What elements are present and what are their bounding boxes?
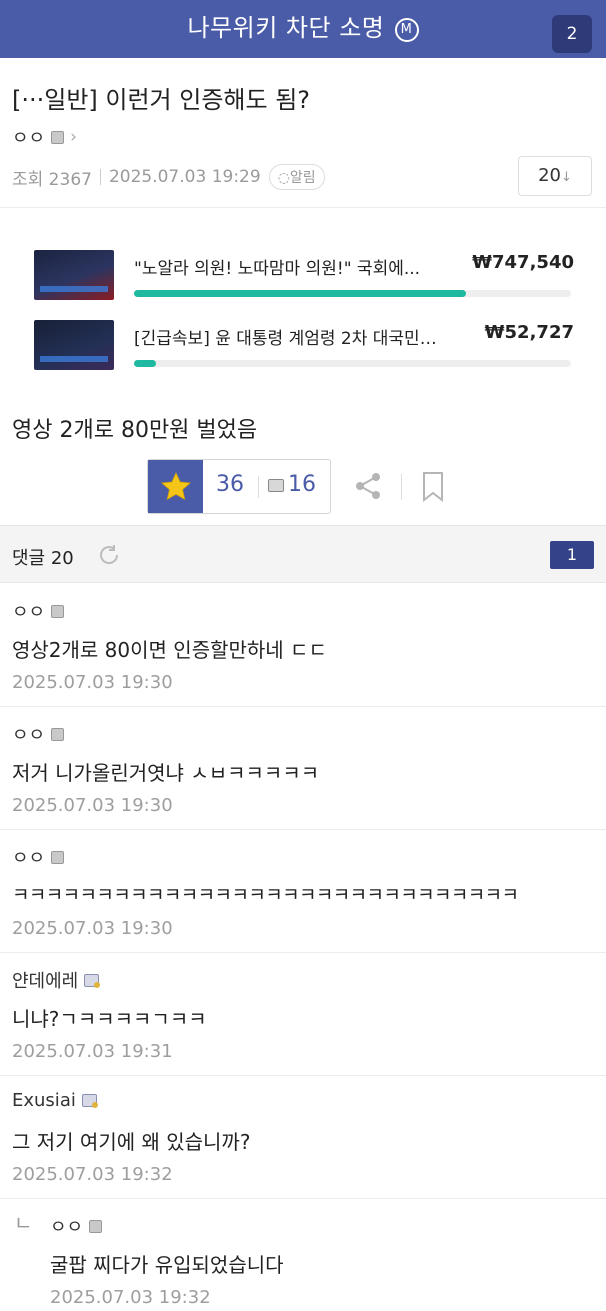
arrow-down-icon: ↓	[561, 170, 572, 185]
comment-count-value: 20	[538, 165, 561, 186]
comment-time: 2025.07.03 19:30	[12, 795, 173, 816]
alarm-button[interactable]: ◌알림	[268, 164, 325, 190]
video-earnings: ₩747,540	[472, 252, 574, 273]
post-title: [···일반] 이런거 인증해도 됨?	[12, 86, 311, 114]
comment-author[interactable]: ㅇㅇ	[12, 598, 65, 624]
fixed-nick-icon	[81, 1094, 98, 1108]
vote-divider	[258, 476, 259, 498]
author-name: ㅇㅇ	[12, 128, 46, 149]
bookmark-icon[interactable]	[421, 471, 445, 503]
alarm-label: 알림	[289, 170, 316, 186]
guest-nick-icon	[51, 604, 65, 618]
gallery-title[interactable]: 나무위키 차단 소명 M	[0, 8, 606, 43]
comment-text: 니냐?ㄱㅋㅋㅋㅋㄱㅋㅋ	[12, 1007, 207, 1031]
comment-time: 2025.07.03 19:31	[12, 1041, 173, 1062]
comment-item: ㅇㅇ ㅋㅋㅋㅋㅋㅋㅋㅋㅋㅋㅋㅋㅋㅋㅋㅋㅋㅋㅋㅋㅋㅋㅋㅋㅋㅋㅋㅋㅋㅋ 2025.0…	[0, 830, 606, 953]
guest-nick-icon	[51, 727, 65, 741]
gallery-title-text: 나무위키 차단 소명	[187, 14, 385, 42]
comment-page-button[interactable]: 1	[550, 541, 594, 569]
comment-time: 2025.07.03 19:30	[12, 672, 173, 693]
reply-arrow-icon: ㄴ	[14, 1211, 33, 1235]
comment-count-button[interactable]: 20↓	[518, 156, 592, 196]
top-bar: 나무위키 차단 소명 M 2	[0, 0, 606, 58]
comment-item: ㅇㅇ 영상2개로 80이면 인증할만하네 ㄷㄷ 2025.07.03 19:30	[0, 584, 606, 707]
comment-author[interactable]: 얀데에레	[12, 967, 101, 993]
comment-text: 저거 니가올린거엿냐 ㅅㅂㅋㅋㅋㅋㅋ	[12, 761, 320, 785]
fixed-nick-recommend-icon	[268, 479, 284, 492]
comment-author-name: 얀데에레	[12, 971, 79, 992]
post-datetime: 2025.07.03 19:29	[108, 167, 261, 187]
guest-nick-icon	[51, 130, 65, 144]
fixed-nick-recommend-count: 16	[288, 472, 316, 497]
earnings-progress-bar	[134, 290, 571, 297]
comment-item: Exusiai 그 저기 여기에 왜 있습니까? 2025.07.03 19:3…	[0, 1076, 606, 1199]
video-earnings: ₩52,727	[484, 322, 574, 343]
video-title: [긴급속보] 윤 대통령 계엄령 2차 대국민…	[134, 329, 437, 349]
bell-icon: ◌	[277, 170, 290, 186]
guest-nick-icon	[51, 850, 65, 864]
comment-header: 댓글 20 1	[0, 525, 606, 583]
comment-time: 2025.07.03 19:30	[12, 918, 173, 939]
fixed-nick-icon	[84, 973, 101, 988]
refresh-icon[interactable]	[96, 542, 122, 568]
comment-author-name: Exusiai	[12, 1090, 76, 1111]
comment-text: 굴팝 찌다가 유입되었습니다	[50, 1253, 284, 1277]
comment-author[interactable]: ㅇㅇ	[12, 844, 65, 870]
video-title: "노알라 의원! 노따맘마 의원!" 국회에...	[134, 259, 421, 279]
comment-text: ㅋㅋㅋㅋㅋㅋㅋㅋㅋㅋㅋㅋㅋㅋㅋㅋㅋㅋㅋㅋㅋㅋㅋㅋㅋㅋㅋㅋㅋㅋ	[12, 884, 519, 906]
linked-video-item[interactable]: "노알라 의원! 노따맘마 의원!" 국회에... ₩747,540	[34, 250, 574, 300]
comment-item: ㅇㅇ 저거 니가올린거엿냐 ㅅㅂㅋㅋㅋㅋㅋ 2025.07.03 19:30	[0, 707, 606, 830]
comment-author[interactable]: ㅇㅇ	[50, 1213, 103, 1239]
comment-time: 2025.07.03 19:32	[12, 1164, 173, 1185]
linked-video-item[interactable]: [긴급속보] 윤 대통령 계엄령 2차 대국민… ₩52,727	[34, 320, 574, 370]
recommend-count: 36	[216, 472, 244, 497]
comment-text: 영상2개로 80이면 인증할만하네 ㄷㄷ	[12, 638, 327, 662]
recommend-button[interactable]	[148, 460, 203, 513]
video-thumbnail	[34, 320, 114, 370]
divider	[0, 207, 606, 208]
recommend-box: 36 16	[147, 459, 331, 514]
comment-header-label: 댓글 20	[12, 548, 74, 569]
comment-author-name: ㅇㅇ	[50, 1217, 84, 1238]
progress-fill	[134, 360, 156, 367]
progress-fill	[134, 290, 467, 297]
post-author[interactable]: ㅇㅇ ›	[12, 124, 77, 150]
comment-text: 그 저기 여기에 왜 있습니까?	[12, 1130, 251, 1154]
page-badge-button[interactable]: 2	[552, 15, 592, 53]
comment-reply-item: ㄴ ㅇㅇ 굴팝 찌다가 유입되었습니다 2025.07.03 19:32	[0, 1199, 606, 1311]
post-meta: 조회 2367 2025.07.03 19:29 ◌알림	[12, 164, 325, 190]
earnings-progress-bar	[134, 360, 571, 367]
video-thumbnail	[34, 250, 114, 300]
comment-author-name: ㅇㅇ	[12, 602, 46, 623]
guest-nick-icon	[89, 1219, 103, 1233]
comment-author-name: ㅇㅇ	[12, 848, 46, 869]
action-divider	[401, 474, 402, 500]
comment-item: 얀데에레 니냐?ㄱㅋㅋㅋㅋㄱㅋㅋ 2025.07.03 19:31	[0, 953, 606, 1076]
comment-author[interactable]: Exusiai	[12, 1090, 98, 1111]
view-count: 조회 2367	[12, 169, 92, 190]
chevron-right-icon: ›	[70, 127, 77, 147]
post-body: 영상 2개로 80만원 벌었음	[12, 418, 258, 443]
comment-author-name: ㅇㅇ	[12, 725, 46, 746]
share-icon[interactable]	[352, 470, 384, 502]
star-icon	[160, 471, 191, 500]
comment-author[interactable]: ㅇㅇ	[12, 721, 65, 747]
minor-gallery-mark-icon: M	[394, 18, 419, 42]
meta-divider	[99, 169, 101, 185]
comment-time: 2025.07.03 19:32	[50, 1287, 211, 1308]
